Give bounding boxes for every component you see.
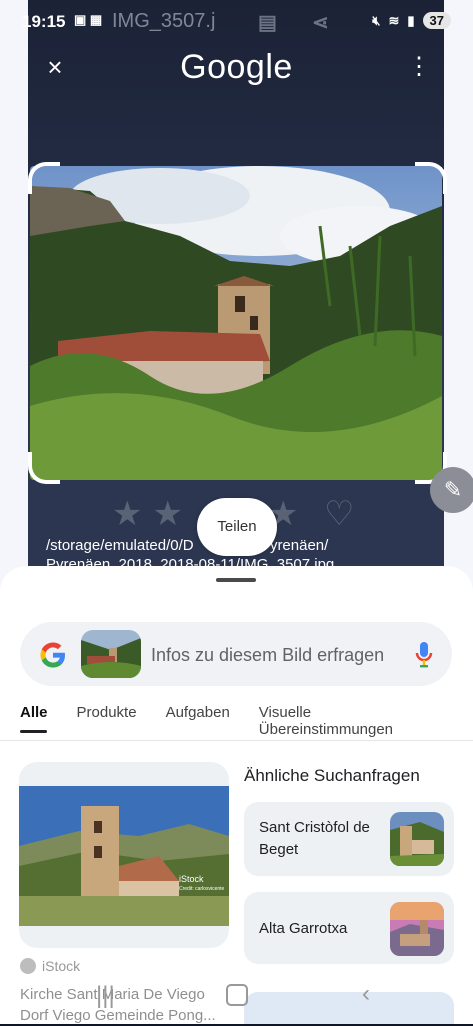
related-search-item[interactable]: Alta Garrotxa bbox=[244, 892, 454, 964]
search-image-thumbnail[interactable] bbox=[81, 630, 141, 678]
google-logo: Google bbox=[180, 48, 293, 86]
rating-stars[interactable]: ★ ★ bbox=[112, 494, 183, 534]
crop-corner-top-left[interactable] bbox=[28, 162, 60, 194]
star-icon[interactable]: ★ bbox=[152, 494, 182, 534]
related-search-thumbnail bbox=[390, 812, 444, 866]
related-search-label: Sant Cristòfol de Beget bbox=[259, 819, 370, 858]
google-g-icon bbox=[38, 640, 68, 677]
tab-homework[interactable]: Aufgaben bbox=[166, 704, 230, 738]
tab-products[interactable]: Produkte bbox=[77, 704, 137, 738]
status-icons: 🔇︎ ≋ ▮ 37 bbox=[372, 12, 451, 29]
result-tabs: Alle Produkte Aufgaben Visuelle Übereins… bbox=[20, 704, 473, 738]
more-options-icon[interactable]: ⋮ bbox=[404, 52, 434, 82]
recent-apps-icon[interactable]: ||| bbox=[96, 982, 115, 1010]
source-favicon-icon bbox=[20, 958, 36, 974]
related-search-label: Alta Garrotxa bbox=[259, 920, 348, 937]
signal-icon: ▮ bbox=[407, 12, 415, 28]
watermark-credit: Credit: carlosvicente bbox=[179, 886, 225, 892]
star-icon[interactable]: ★ bbox=[112, 494, 142, 534]
crop-corner-top-right[interactable] bbox=[415, 162, 447, 194]
related-search-item[interactable]: Sant Cristòfol de Beget bbox=[244, 802, 454, 876]
selected-image[interactable] bbox=[30, 166, 442, 480]
tabs-divider bbox=[0, 740, 473, 741]
wifi-icon: ≋ bbox=[388, 12, 400, 28]
heart-icon[interactable]: ♡ bbox=[324, 494, 354, 534]
system-navigation-bar: ||| ‹ bbox=[0, 974, 473, 1024]
tab-visual-matches[interactable]: Visuelle Übereinstimmungen bbox=[259, 704, 444, 738]
related-searches-heading: Ähnliche Suchanfragen bbox=[244, 766, 420, 785]
microphone-icon[interactable] bbox=[414, 640, 434, 675]
active-tab-indicator bbox=[20, 730, 47, 733]
status-time: 19:15 bbox=[22, 12, 66, 31]
crop-corner-bottom-left[interactable] bbox=[28, 452, 60, 484]
status-bar: 19:15 ▣ ▦ IMG_3507.j ▤ ⋖ 🔇︎ ≋ ▮ 37 bbox=[0, 0, 473, 44]
back-icon[interactable]: ‹ bbox=[362, 980, 370, 1008]
result-source: iStock bbox=[20, 958, 80, 974]
home-icon[interactable] bbox=[226, 984, 248, 1006]
search-input[interactable]: Infos zu diesem Bild erfragen bbox=[151, 645, 384, 666]
drag-handle[interactable] bbox=[216, 578, 256, 582]
status-filename: IMG_3507.j bbox=[112, 10, 216, 32]
source-name: iStock bbox=[42, 958, 81, 974]
battery-indicator: 37 bbox=[422, 12, 451, 29]
slideshow-icon: ▤ bbox=[258, 12, 277, 34]
related-search-thumbnail bbox=[390, 902, 444, 956]
share-button[interactable]: Teilen bbox=[197, 498, 277, 556]
watermark-text: iStock bbox=[179, 874, 204, 884]
result-image[interactable]: iStock Credit: carlosvicente bbox=[19, 786, 229, 926]
landscape-photo bbox=[30, 166, 442, 480]
mute-icon: 🔇︎ bbox=[372, 12, 381, 28]
share-icon: ⋖ bbox=[312, 12, 329, 34]
edit-pencil-icon[interactable]: ✎ bbox=[430, 467, 473, 513]
file-path-part1: /storage/emulated/0/D bbox=[46, 537, 194, 554]
gallery-icon: ▣ ▦ bbox=[74, 12, 103, 27]
